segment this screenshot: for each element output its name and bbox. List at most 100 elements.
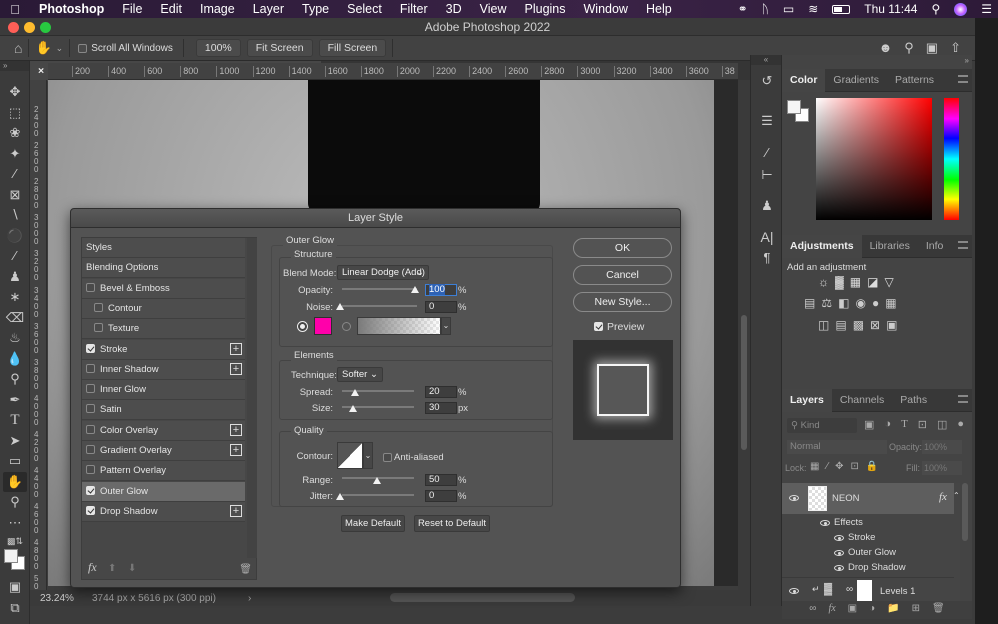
brightness-contrast-icon[interactable]: ☼ — [818, 275, 829, 289]
tab-paths[interactable]: Paths — [892, 389, 935, 412]
add-effect-fx-icon[interactable]: fx — [88, 560, 97, 575]
gradient-dropdown-chevron-icon[interactable]: ⌄ — [441, 317, 451, 335]
layer-fx-icon[interactable]: fx — [939, 491, 947, 503]
collapse-toolbar-icon[interactable]: » — [0, 61, 29, 71]
airplay-icon[interactable]: ▭ — [783, 2, 794, 16]
effect-row-drop-shadow[interactable]: Drop Shadow — [782, 561, 960, 575]
range-input[interactable]: 50 — [425, 474, 457, 486]
scroll-all-windows-checkbox[interactable] — [78, 43, 88, 53]
noise-slider-track[interactable] — [342, 305, 417, 307]
minimize-window-button[interactable] — [24, 22, 35, 33]
expand-panels-icon[interactable]: » — [962, 55, 972, 66]
add-layer-style-icon[interactable]: fx — [828, 603, 835, 619]
visibility-eye-icon[interactable] — [834, 550, 844, 556]
lock-artboard-icon[interactable]: ⊡ — [851, 461, 859, 472]
knife-tool-icon[interactable]: ∕ — [3, 164, 27, 184]
menu-edit[interactable]: Edit — [151, 2, 191, 16]
move-down-icon[interactable]: ⬇ — [128, 563, 136, 574]
style-item-gradient-overlay[interactable]: Gradient Overlay + — [82, 441, 245, 461]
fill-screen-button[interactable]: Fill Screen — [318, 39, 387, 57]
tab-info[interactable]: Info — [918, 235, 952, 258]
hue-saturation-icon[interactable]: ▤ — [804, 296, 815, 310]
apple-menu-icon[interactable]:  — [0, 2, 30, 17]
style-item-inner-glow[interactable]: Inner Glow — [82, 380, 245, 401]
panel-menu-icon[interactable] — [958, 395, 968, 403]
style-checkbox[interactable] — [86, 505, 95, 515]
black-white-icon[interactable]: ◧ — [838, 296, 849, 310]
visibility-eye-icon[interactable] — [789, 588, 799, 594]
add-instance-plus-icon[interactable]: + — [230, 423, 242, 436]
search-icon[interactable]: ⚲ — [904, 40, 914, 56]
vertical-scrollbar[interactable] — [738, 80, 750, 590]
swap-colors-icon[interactable]: ▩⇅ — [3, 531, 27, 551]
home-icon[interactable]: ⌂ — [14, 40, 22, 56]
size-input[interactable]: 30 — [425, 402, 457, 414]
move-up-icon[interactable]: ⬆ — [108, 563, 116, 574]
menu-3d[interactable]: 3D — [437, 2, 471, 16]
style-item-texture[interactable]: Texture — [82, 319, 245, 340]
add-instance-plus-icon[interactable]: + — [230, 504, 242, 517]
opacity-input[interactable]: 100 — [425, 284, 457, 296]
color-lookup-icon[interactable]: ▦ — [885, 296, 896, 310]
style-checkbox[interactable] — [86, 404, 95, 414]
tab-color[interactable]: Color — [782, 69, 826, 92]
glow-color-swatch[interactable] — [314, 317, 332, 335]
style-item-bevel-emboss[interactable]: Bevel & Emboss — [82, 278, 245, 299]
lock-position-icon[interactable]: ✥ — [835, 461, 843, 472]
jitter-slider-track[interactable] — [342, 494, 414, 496]
paint-bucket-tool-icon[interactable]: ♨ — [3, 328, 27, 348]
gradient-radio[interactable] — [342, 322, 351, 331]
noise-slider-thumb[interactable] — [336, 303, 344, 310]
spread-input[interactable]: 20 — [425, 386, 457, 398]
exposure-icon[interactable]: ◪ — [867, 275, 878, 289]
control-center-icon[interactable]: ☰ — [981, 2, 992, 16]
visibility-eye-icon[interactable] — [820, 520, 830, 526]
contour-dropdown-chevron-icon[interactable]: ⌄ — [363, 442, 373, 469]
zoom-100-button[interactable]: 100% — [195, 39, 241, 57]
cancel-button[interactable]: Cancel — [573, 265, 672, 285]
technique-dropdown[interactable]: Softer ⌄ — [337, 367, 383, 382]
spotlight-icon[interactable]: ⚲ — [931, 2, 940, 16]
contour-picker[interactable] — [337, 442, 363, 469]
horizontal-scroll-thumb[interactable] — [390, 593, 575, 602]
fit-screen-button[interactable]: Fit Screen — [246, 39, 313, 57]
layer-row-levels[interactable]: ↵ ▓ ∞ Levels 1 — [782, 577, 954, 603]
channel-mixer-icon[interactable]: ● — [872, 296, 879, 310]
blur-tool-icon[interactable]: 💧 — [3, 349, 27, 369]
size-slider-thumb[interactable] — [349, 405, 357, 412]
hand-tool-preset-icon[interactable]: ✋ — [35, 40, 51, 56]
levels-icon[interactable]: ▓ — [835, 275, 844, 289]
menu-app-name[interactable]: Photoshop — [30, 2, 113, 16]
layer-mask-thumbnail[interactable] — [857, 580, 872, 602]
effect-row-outer-glow[interactable]: Outer Glow — [782, 546, 960, 560]
selective-color-icon[interactable]: ⊠ — [870, 318, 880, 332]
photo-filter-icon[interactable]: ◉ — [855, 296, 865, 310]
lasso-tool-icon[interactable]: ❀ — [3, 123, 27, 143]
new-group-icon[interactable]: 📁 — [887, 603, 899, 619]
dialog-title[interactable]: Layer Style — [71, 209, 680, 228]
siri-icon[interactable] — [954, 2, 968, 16]
style-checkbox[interactable] — [86, 485, 95, 495]
wifi-icon[interactable]: ≋ — [808, 2, 818, 16]
style-item-outer-glow[interactable]: Outer Glow — [82, 481, 245, 502]
layers-scroll-thumb[interactable] — [962, 483, 968, 541]
menu-image[interactable]: Image — [191, 2, 244, 16]
tab-channels[interactable]: Channels — [832, 389, 892, 412]
layer-name[interactable]: Levels 1 — [880, 586, 915, 597]
add-mask-icon[interactable]: ▣ — [848, 603, 857, 619]
path-selection-tool-icon[interactable]: ➤ — [3, 431, 27, 451]
opacity-slider-thumb[interactable] — [411, 286, 419, 293]
pen-tool-icon[interactable]: ✒ — [3, 390, 27, 410]
tab-libraries[interactable]: Libraries — [862, 235, 918, 258]
character-panel-icon[interactable]: A| — [755, 227, 779, 247]
history-panel-icon[interactable]: ↺ — [755, 71, 779, 91]
color-fg-swatch[interactable] — [787, 100, 801, 114]
new-layer-icon[interactable]: ⊞ — [912, 603, 920, 619]
layer-filter-kind[interactable]: ⚲ Kind — [787, 418, 857, 433]
style-item-inner-shadow[interactable]: Inner Shadow + — [82, 359, 245, 380]
collapse-effects-icon[interactable]: ⌃ — [953, 491, 960, 500]
layer-name[interactable]: NEON — [832, 493, 859, 504]
layer-opacity-field[interactable]: 100% — [922, 440, 962, 454]
posterize-icon[interactable]: ▤ — [835, 318, 846, 332]
style-item-drop-shadow[interactable]: Drop Shadow + — [82, 501, 245, 522]
